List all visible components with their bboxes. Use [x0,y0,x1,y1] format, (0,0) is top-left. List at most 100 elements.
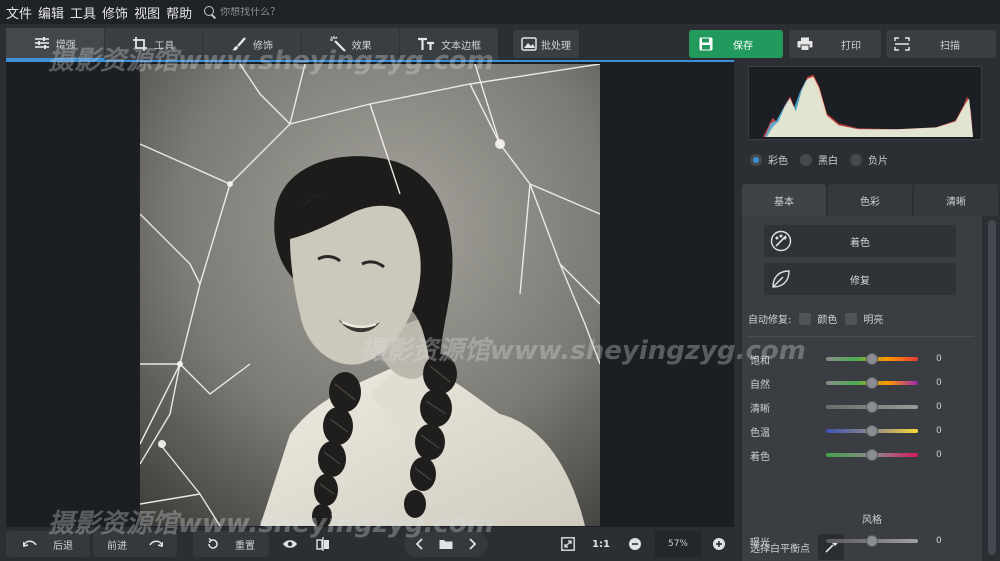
saturation-track[interactable] [826,353,918,365]
fit-screen-icon [561,537,575,551]
panel-scrollbar[interactable] [988,220,996,555]
folder-icon[interactable] [439,538,453,550]
mode-negative[interactable]: 负片 [850,152,888,167]
tint-track[interactable] [826,449,918,461]
slider-knob[interactable] [866,377,878,389]
slider-knob[interactable] [866,401,878,413]
actual-size-button[interactable]: 1:1 [591,531,611,557]
image-canvas[interactable] [6,60,734,527]
zoom-in-icon [713,538,725,550]
menu-edit[interactable]: 编辑 [38,3,64,22]
undo-label: 后退 [53,540,73,552]
redo-button[interactable]: 前进 [93,531,177,557]
zoom-out-icon [629,538,641,550]
undo-button[interactable]: 后退 [6,531,90,557]
autofix-row: 自动修复: 颜色 明亮 [748,311,883,326]
tab-effects[interactable]: 效果 [302,28,401,60]
tab-label: 工具 [154,40,175,52]
printer-icon [797,37,813,51]
radio-checked [750,153,762,166]
slider-clarity: 清晰 0 [750,400,970,415]
prev-icon[interactable] [415,538,425,550]
radio [850,153,862,166]
save-icon [699,37,713,51]
save-label: 保存 [733,40,753,52]
slider-temperature: 色温 0 [750,424,970,439]
repair-button[interactable]: 修复 [764,263,956,295]
batch-label: 批处理 [541,40,571,52]
palette-icon [770,230,792,252]
search-input[interactable] [220,6,361,18]
toolbar: 增强 工具 修饰 效果 文本边框 批处理 保存 打印 扫描 [0,24,1000,60]
reset-label: 重置 [235,540,255,552]
reset-icon [208,538,218,549]
bottom-bar: 后退 前进 重置 1:1 [0,527,740,561]
tab-retouch[interactable]: 修饰 [203,28,302,60]
print-button[interactable]: 打印 [789,30,881,58]
histogram [748,66,982,140]
slider-knob[interactable] [866,449,878,461]
compare-icon [316,537,329,551]
mode-label: 黑白 [818,156,838,167]
tab-basic[interactable]: 基本 [742,184,826,216]
mode-bw[interactable]: 黑白 [800,152,838,167]
redo-label: 前进 [107,540,127,552]
autofix-bright-checkbox[interactable] [845,312,858,325]
text-icon [418,37,435,50]
slider-exposure: 曝光 0 [750,534,970,549]
zoom-input[interactable]: 57% [655,531,701,557]
zoom-in-button[interactable] [712,531,726,557]
temperature-track[interactable] [826,425,918,437]
tab-label: 增强 [55,39,76,51]
radio [800,153,812,166]
compare-button[interactable] [313,531,333,557]
fit-screen-button[interactable] [559,531,577,557]
brush-icon [231,37,246,51]
mode-label: 负片 [868,156,888,167]
reset-button[interactable]: 重置 [193,531,269,557]
slider-knob[interactable] [866,425,878,437]
scan-button[interactable]: 扫描 [886,30,996,58]
autofix-label: 自动修复: [748,315,792,326]
slider-value: 0 [936,402,942,412]
slider-label: 曝光 [750,537,770,549]
batch-button[interactable]: 批处理 [513,30,579,58]
autofix-bright-label: 明亮 [863,315,884,326]
sliders-icon [34,37,49,49]
magic-wand-icon [329,36,346,52]
tab-label: 文本边框 [441,40,482,52]
preview-button[interactable] [280,531,300,557]
menu-retouch[interactable]: 修饰 [102,3,128,22]
slider-tint: 着色 0 [750,448,970,463]
save-button[interactable]: 保存 [689,30,783,58]
next-icon[interactable] [467,538,477,550]
menu-tools[interactable]: 工具 [70,3,96,22]
mode-color[interactable]: 彩色 [750,152,788,167]
menu-view[interactable]: 视图 [134,3,160,22]
menu-file[interactable]: 文件 [6,3,32,22]
tab-text-border[interactable]: 文本边框 [400,28,498,60]
search-icon [204,6,216,18]
clarity-track[interactable] [826,401,918,413]
tab-enhance[interactable]: 增强 [6,28,105,60]
slider-label: 着色 [750,451,770,463]
zoom-out-button[interactable] [628,531,642,557]
color-mode: 彩色 黑白 负片 [750,152,900,167]
colorize-button[interactable]: 着色 [764,225,956,257]
undo-icon [23,540,37,547]
slider-knob[interactable] [866,535,878,547]
slider-knob[interactable] [866,353,878,365]
eye-icon [283,540,297,548]
slider-value: 0 [936,378,942,388]
exposure-track[interactable] [826,535,918,547]
tab-sharpness[interactable]: 清晰 [914,184,998,216]
vibrance-track[interactable] [826,377,918,389]
redo-icon [149,540,163,547]
tab-tools[interactable]: 工具 [105,28,204,60]
tab-color[interactable]: 色彩 [828,184,912,216]
tool-tabs: 增强 工具 修饰 效果 文本边框 [6,28,498,60]
slider-value: 0 [936,426,942,436]
autofix-color-checkbox[interactable] [799,312,812,325]
photo[interactable] [140,64,600,526]
menu-help[interactable]: 帮助 [166,3,192,22]
